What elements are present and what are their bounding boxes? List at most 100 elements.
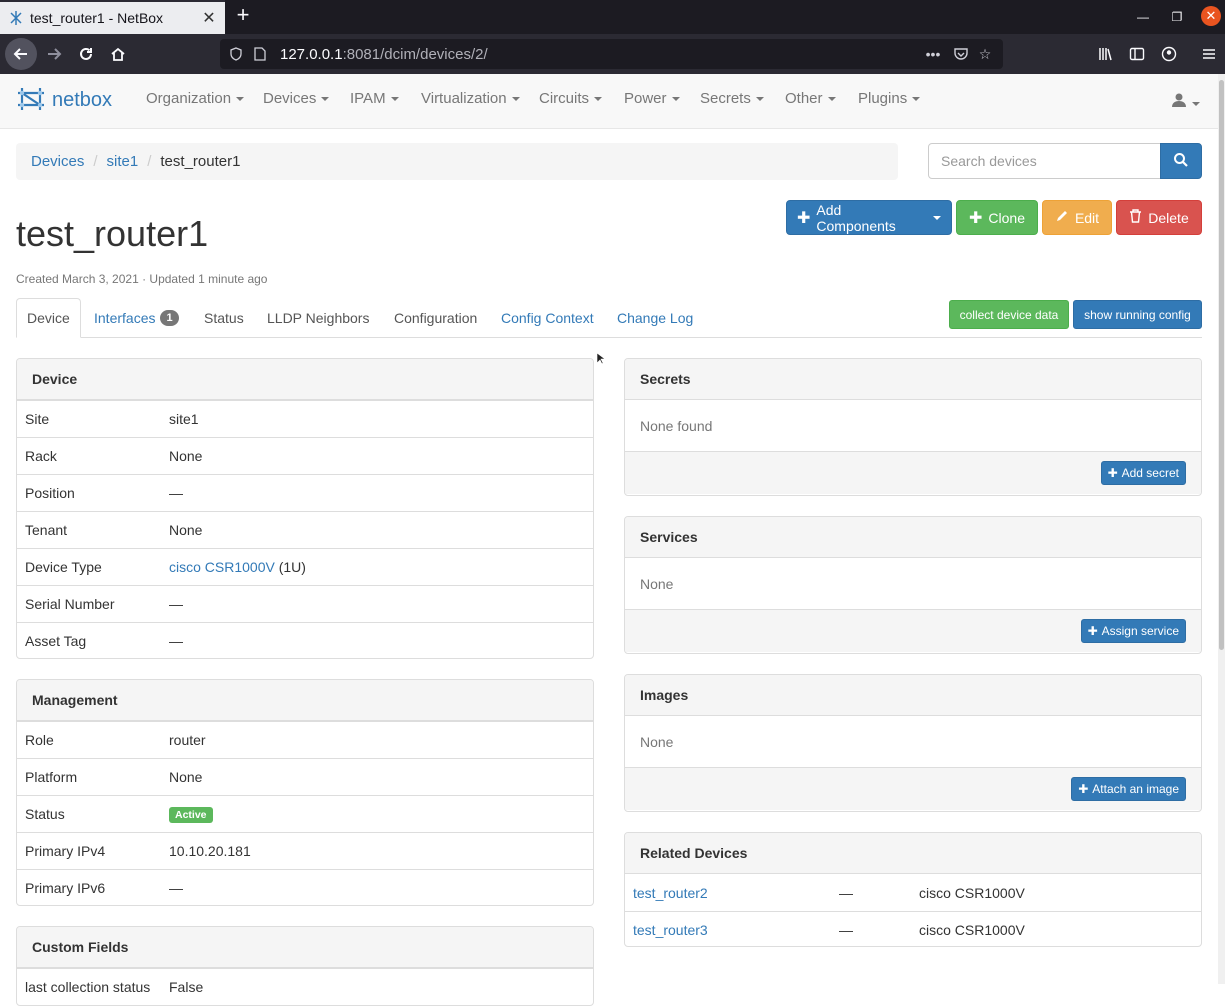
table-row: Tenant None [17, 511, 593, 548]
more-icon[interactable]: ••• [921, 46, 945, 62]
reload-icon[interactable] [70, 38, 102, 70]
device-search [928, 143, 1202, 179]
search-button[interactable] [1160, 143, 1202, 179]
table-row: Primary IPv6— [17, 869, 593, 905]
assign-service-button[interactable]: ✚ Assign service [1080, 619, 1186, 643]
menu-circuits[interactable]: Circuits [539, 90, 603, 107]
breadcrumb-separator: / [93, 153, 98, 170]
menu-organization[interactable]: Organization [146, 90, 245, 107]
panel-footer: ✚ Assign service [625, 609, 1201, 652]
plus-icon: ✚ [969, 209, 983, 227]
menu-plugins[interactable]: Plugins [858, 90, 921, 107]
breadcrumb-devices[interactable]: Devices [31, 153, 84, 170]
table-row: Role router [17, 721, 593, 758]
panel-heading: Custom Fields [17, 927, 593, 968]
device-type-link[interactable]: cisco CSR1000V [169, 559, 275, 575]
panel-heading: Images [625, 675, 1201, 716]
tab-lldp-neighbors[interactable]: LLDP Neighbors [257, 298, 379, 338]
forward-icon[interactable] [38, 38, 70, 70]
services-panel: Services None ✚ Assign service [624, 516, 1202, 654]
breadcrumb-separator: / [147, 153, 152, 170]
tab-config-context[interactable]: Config Context [491, 298, 604, 338]
tab-status[interactable]: Status [194, 298, 254, 338]
tab-device[interactable]: Device [16, 298, 81, 338]
account-icon[interactable] [1153, 38, 1185, 70]
menu-virtualization[interactable]: Virtualization [421, 90, 520, 107]
empty-message: None [640, 575, 674, 592]
close-tab-icon[interactable]: ✕ [201, 8, 217, 28]
empty-message: None found [640, 417, 713, 434]
secrets-panel: Secrets None found ✚ Add secret [624, 358, 1202, 496]
collect-device-data-button[interactable]: collect device data [949, 300, 1069, 329]
mouse-cursor-icon [596, 351, 606, 367]
menu-devices[interactable]: Devices [263, 90, 330, 107]
menu-power[interactable]: Power [624, 90, 680, 107]
caret-down-icon [321, 97, 330, 102]
panel-heading: Device [17, 359, 593, 400]
library-icon[interactable] [1090, 38, 1122, 70]
menu-other[interactable]: Other [785, 90, 836, 107]
device-panel: Device Site site1 Rack None Position — Tena… [16, 358, 594, 659]
scrollbar-thumb[interactable] [1219, 80, 1224, 650]
browser-tab-title: test_router1 - NetBox [30, 10, 164, 26]
search-input[interactable] [928, 143, 1161, 179]
interfaces-count-badge: 1 [160, 310, 179, 326]
related-device-link[interactable]: test_router3 [625, 922, 839, 938]
menu-icon[interactable] [1193, 38, 1225, 70]
related-device-link[interactable]: test_router2 [625, 885, 839, 901]
role-link[interactable]: router [169, 732, 206, 748]
breadcrumb-site[interactable]: site1 [107, 153, 139, 170]
caret-down-icon [236, 97, 245, 102]
home-icon[interactable] [102, 38, 134, 70]
browser-tab[interactable]: test_router1 - NetBox ✕ [0, 0, 225, 34]
table-row: Status Active [17, 795, 593, 832]
page-title: test_router1 [16, 213, 209, 254]
maximize-icon[interactable]: ❐ [1168, 8, 1186, 26]
new-tab-icon[interactable]: + [232, 4, 254, 27]
panel-footer: ✚ Attach an image [625, 767, 1201, 810]
empty-message: None [640, 733, 674, 750]
add-secret-button[interactable]: ✚ Add secret [1100, 461, 1186, 485]
edit-button[interactable]: Edit [1042, 200, 1112, 235]
url-bar[interactable]: 127.0.0.1:8081/dcim/devices/2/ ••• ☆ [220, 39, 1003, 69]
pocket-icon[interactable] [949, 47, 973, 61]
sidebar-icon[interactable] [1121, 38, 1153, 70]
caret-down-icon [755, 97, 764, 102]
delete-button[interactable]: Delete [1116, 200, 1202, 235]
menu-secrets[interactable]: Secrets [700, 90, 764, 107]
site-link[interactable]: site1 [169, 411, 199, 427]
minimize-icon[interactable]: — [1134, 8, 1152, 26]
panel-footer: ✚ Add secret [625, 451, 1201, 494]
caret-down-icon [1192, 102, 1200, 107]
menu-ipam[interactable]: IPAM [350, 90, 399, 107]
star-icon[interactable]: ☆ [973, 46, 997, 63]
caret-down-icon [827, 97, 836, 102]
page-icon[interactable] [248, 47, 272, 61]
add-components-button[interactable]: ✚ Add Components [786, 200, 952, 235]
caret-down-icon [933, 215, 941, 220]
shield-icon[interactable] [224, 47, 248, 61]
tab-interfaces[interactable]: Interfaces 1 [84, 298, 189, 338]
custom-fields-panel: Custom Fields last collection status Fals… [16, 926, 594, 1006]
browser-tab-bar: test_router1 - NetBox ✕ + — ❐ ✕ [0, 0, 1225, 34]
table-row: Platform None [17, 758, 593, 795]
table-row: Asset Tag — [17, 622, 593, 658]
clone-button[interactable]: ✚ Clone [956, 200, 1038, 235]
tab-change-log[interactable]: Change Log [607, 298, 703, 338]
url-text: 127.0.0.1:8081/dcim/devices/2/ [280, 45, 488, 63]
user-icon [1171, 93, 1187, 112]
user-menu[interactable] [1171, 92, 1200, 112]
related-devices-panel: Related Devices test_router2 — cisco CSR… [624, 832, 1202, 947]
show-running-config-button[interactable]: show running config [1073, 300, 1202, 329]
browser-nav-bar: 127.0.0.1:8081/dcim/devices/2/ ••• ☆ [0, 34, 1225, 74]
table-row: test_router2 — cisco CSR1000V [625, 874, 1201, 911]
back-icon[interactable] [5, 38, 37, 70]
attach-image-button[interactable]: ✚ Attach an image [1071, 777, 1186, 801]
trash-icon [1129, 209, 1142, 226]
window-close-icon[interactable]: ✕ [1201, 6, 1221, 26]
tab-configuration[interactable]: Configuration [384, 298, 487, 338]
plus-icon: ✚ [1078, 782, 1089, 796]
images-panel: Images None ✚ Attach an image [624, 674, 1202, 812]
primary-ipv4-link[interactable]: 10.10.20.181 [169, 843, 251, 859]
netbox-logo[interactable]: netbox [16, 84, 112, 117]
